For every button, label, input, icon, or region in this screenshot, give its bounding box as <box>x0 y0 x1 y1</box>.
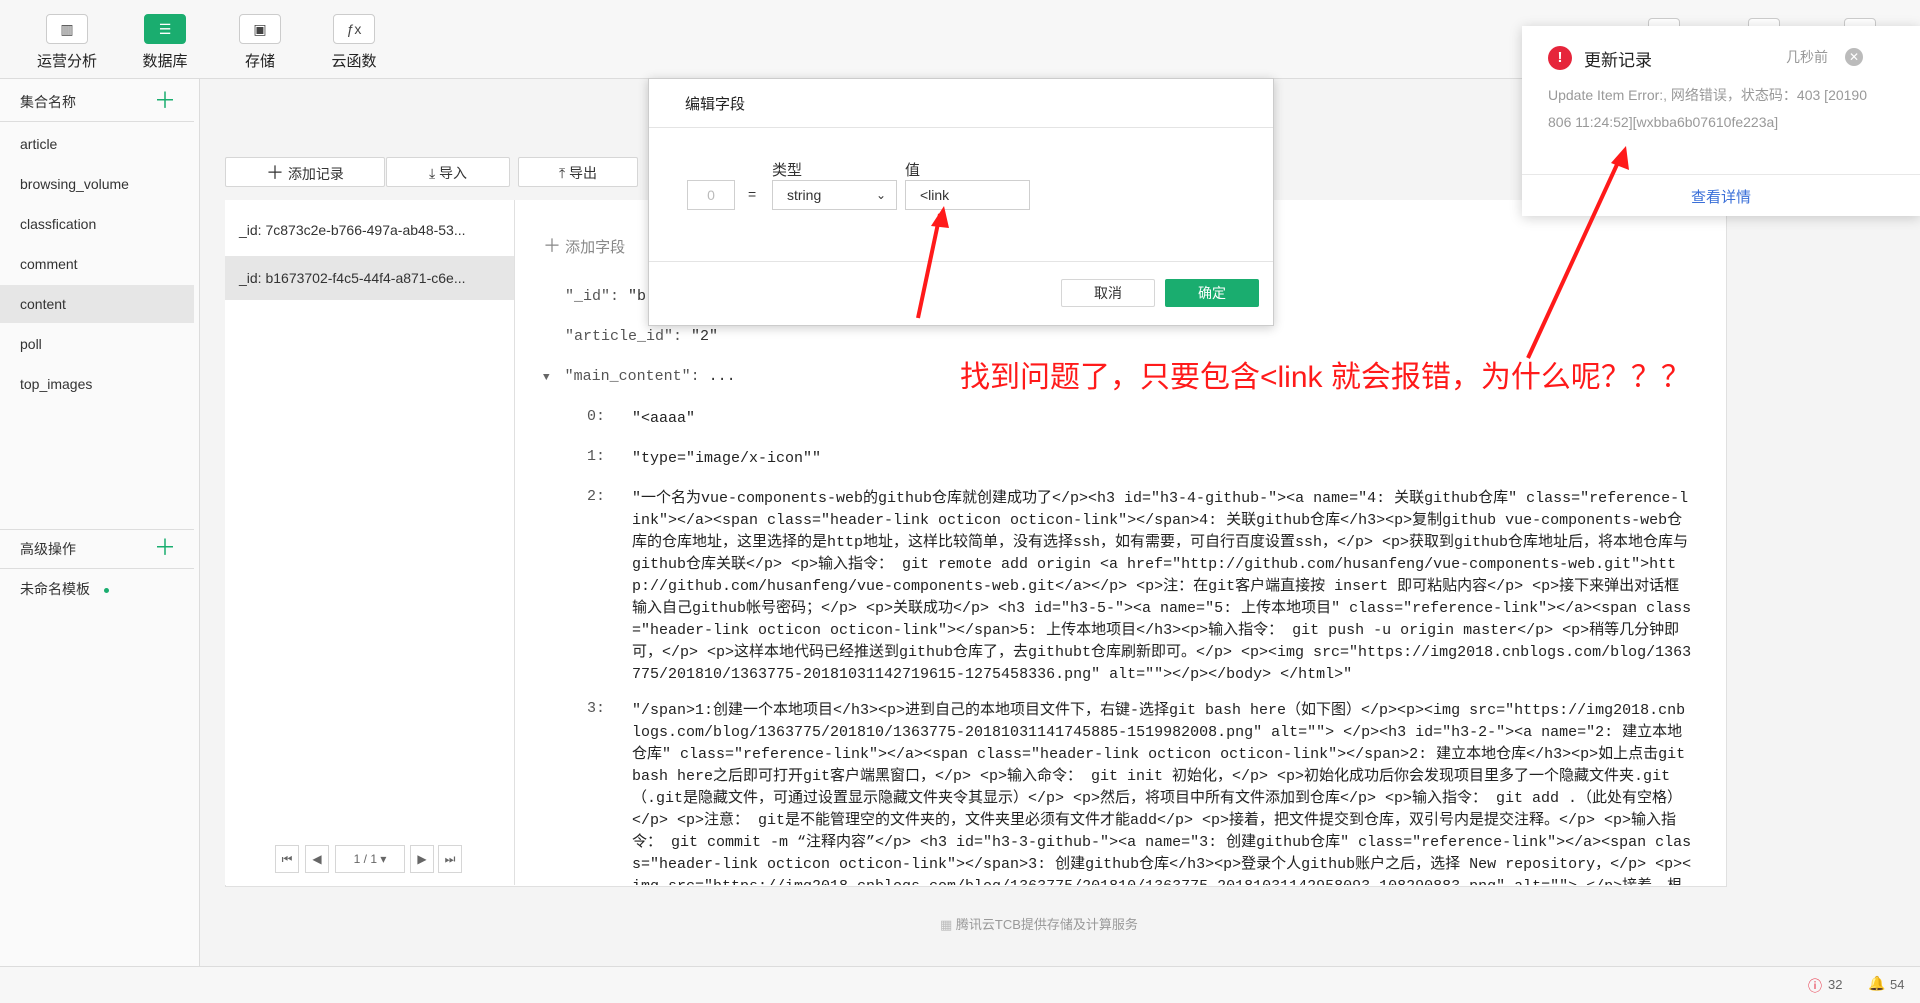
arrow-to-notification-icon <box>1526 146 1629 359</box>
annotation-arrows <box>916 146 1629 359</box>
arrow-to-value-icon <box>916 206 949 319</box>
